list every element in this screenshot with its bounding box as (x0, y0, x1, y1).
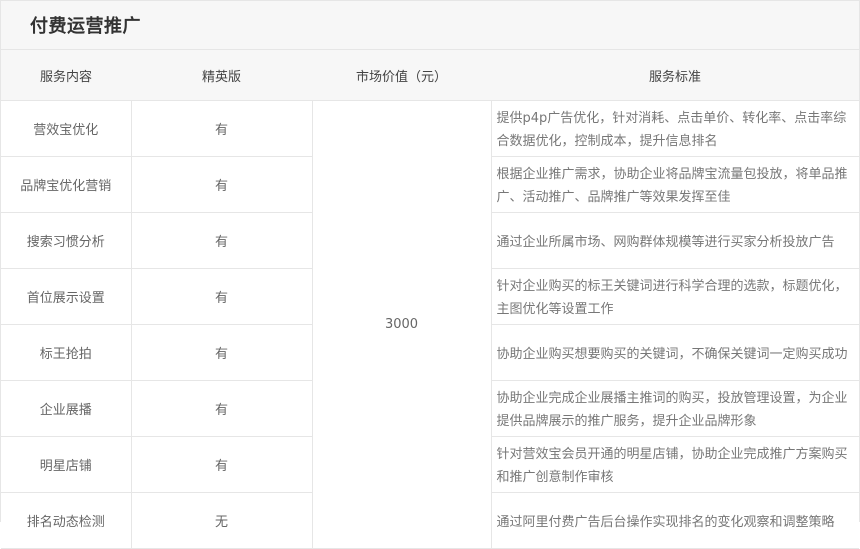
header-service-standard: 服务标准 (491, 50, 859, 101)
service-standard: 提供p4p广告优化，针对消耗、点击单价、转化率、点击率综合数据优化，控制成本，提… (490, 100, 859, 157)
edition-availability: 有 (130, 100, 313, 157)
edition-availability: 有 (130, 324, 313, 381)
edition-availability: 有 (130, 156, 313, 213)
section-title: 付费运营推广 (30, 16, 141, 37)
header-service-content: 服务内容 (1, 50, 131, 101)
service-standard: 针对营效宝会员开通的明星店铺，协助企业完成推广方案购买和推广创意制作审核 (490, 436, 859, 493)
table-body: 营效宝优化 有 3000 提供p4p广告优化，针对消耗、点击单价、转化率、点击率… (1, 100, 859, 549)
header-row: 服务内容 精英版 市场价值（元） 服务标准 (1, 50, 859, 101)
service-name: 搜索习惯分析 (1, 212, 132, 269)
table-row: 营效宝优化 有 3000 提供p4p广告优化，针对消耗、点击单价、转化率、点击率… (1, 100, 859, 549)
service-name: 首位展示设置 (1, 268, 132, 325)
paid-promotion-panel: 付费运营推广 服务内容 精英版 市场价值（元） 服务标准 营效宝优化 有 300… (0, 0, 860, 549)
market-value: 3000 (311, 100, 492, 549)
service-name: 品牌宝优化营销 (1, 156, 132, 213)
service-name: 企业展播 (1, 380, 132, 437)
section-header: 付费运营推广 (1, 1, 859, 50)
service-name: 营效宝优化 (1, 100, 132, 157)
header-market-value: 市场价值（元） (312, 50, 491, 101)
table-header: 服务内容 精英版 市场价值（元） 服务标准 (1, 50, 859, 101)
edition-availability: 有 (130, 380, 313, 437)
service-standard: 通过企业所属市场、网购群体规模等进行买家分析投放广告 (490, 212, 859, 269)
service-table: 服务内容 精英版 市场价值（元） 服务标准 营效宝优化 有 3000 提供p4p… (1, 50, 859, 549)
service-standard: 针对企业购买的标王关键词进行科学合理的选款，标题优化，主图优化等设置工作 (490, 268, 859, 325)
edition-availability: 有 (130, 268, 313, 325)
service-standard: 协助企业完成企业展播主推词的购买，投放管理设置，为企业提供品牌展示的推广服务，提… (490, 380, 859, 437)
service-name: 排名动态检测 (1, 492, 132, 549)
edition-availability: 有 (130, 212, 313, 269)
service-name: 标王抢拍 (1, 324, 132, 381)
service-standard: 根据企业推广需求，协助企业将品牌宝流量包投放，将单品推广、活动推广、品牌推广等效… (490, 156, 859, 213)
edition-availability: 无 (130, 492, 313, 549)
service-standard: 通过阿里付费广告后台操作实现排名的变化观察和调整策略 (490, 492, 859, 549)
service-standard: 协助企业购买想要购买的关键词，不确保关键词一定购买成功 (490, 324, 859, 381)
edition-availability: 有 (130, 436, 313, 493)
header-elite-edition: 精英版 (131, 50, 312, 101)
service-name: 明星店铺 (1, 436, 132, 493)
